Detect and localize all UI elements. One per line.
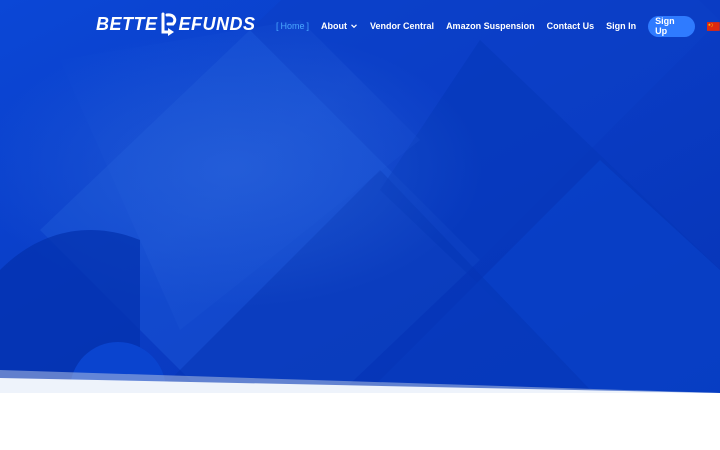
- nav-about-label: About: [321, 21, 348, 31]
- logo-text-left: BETTE: [96, 13, 158, 34]
- logo-text-right: EFUNDS: [178, 13, 256, 34]
- brand-logo[interactable]: BETTE EFUNDS: [96, 11, 256, 37]
- home-bracket-close: ]: [306, 21, 310, 31]
- refund-arrow-icon: [161, 12, 176, 36]
- nav-item-amazon-suspension[interactable]: Amazon Suspension: [446, 21, 535, 31]
- nav-item-home[interactable]: [ Home ]: [276, 21, 309, 31]
- nav-suspension-label: Amazon Suspension: [446, 21, 535, 31]
- nav-contact-label: Contact Us: [546, 21, 595, 31]
- nav-item-vendor-central[interactable]: Vendor Central: [370, 21, 434, 31]
- nav-item-sign-in[interactable]: Sign In: [606, 21, 636, 31]
- sign-up-button[interactable]: Sign Up: [648, 15, 696, 37]
- nav-item-contact-us[interactable]: Contact Us: [547, 21, 595, 31]
- nav-item-about[interactable]: About: [321, 21, 358, 31]
- nav-home-label: Home: [280, 21, 305, 31]
- page: BETTE EFUNDS [ Home ] About Vendor Centr…: [0, 0, 720, 450]
- nav-signin-label: Sign In: [606, 21, 637, 31]
- nav-vendor-label: Vendor Central: [370, 21, 435, 31]
- hero-section: [0, 0, 720, 400]
- site-header: BETTE EFUNDS [ Home ] About Vendor Centr…: [0, 0, 720, 52]
- main-nav: [ Home ] About Vendor Central Amazon Sus…: [276, 15, 720, 37]
- china-flag-icon[interactable]: [707, 21, 720, 31]
- signup-label: Sign Up: [655, 16, 675, 36]
- home-bracket-open: [: [276, 21, 279, 31]
- chevron-down-icon: [351, 24, 357, 29]
- hero-background: [0, 0, 720, 400]
